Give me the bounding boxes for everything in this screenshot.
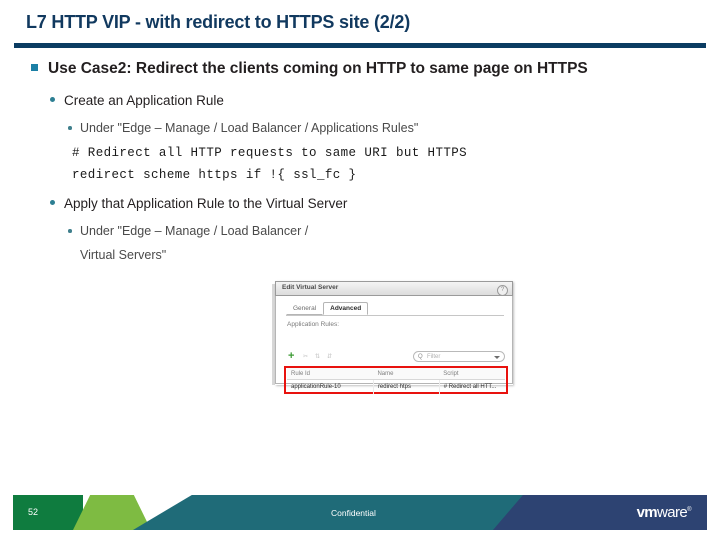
slide-footer: 52 Confidential vmware® bbox=[13, 495, 707, 530]
cell-script: # Redirect all HTT... bbox=[443, 384, 497, 390]
column-header-name[interactable]: Name bbox=[373, 368, 440, 380]
bullet-level2-text: Apply that Application Rule to the Virtu… bbox=[64, 196, 348, 211]
table-header-row: Rule Id Name Script bbox=[287, 368, 505, 380]
bullet-level2-text: Create an Application Rule bbox=[64, 93, 224, 108]
bullet-level1-use-case: Use Case2: Redirect the clients coming o… bbox=[30, 58, 698, 79]
embedded-screenshot-edit-virtual-server: Edit Virtual Server ? General Advanced A… bbox=[275, 281, 513, 394]
dialog-titlebar: Edit Virtual Server ? bbox=[275, 281, 513, 296]
vmware-logo-trademark: ® bbox=[687, 507, 691, 513]
bullet-level3-text: Under "Edge – Manage / Load Balancer / A… bbox=[80, 121, 419, 135]
code-line-comment: # Redirect all HTTP requests to same URI… bbox=[72, 146, 468, 160]
chevron-down-icon[interactable] bbox=[494, 356, 500, 359]
bullet-level3-path-app-rules: Under "Edge – Manage / Load Balancer / A… bbox=[66, 120, 720, 137]
code-line-redirect: redirect scheme https if !{ ssl_fc } bbox=[72, 168, 357, 182]
move-down-icon[interactable]: ⇵ bbox=[327, 353, 332, 360]
filter-search-box[interactable]: Q Filter bbox=[413, 351, 505, 362]
bullet-level3-text-line2: Virtual Servers" bbox=[80, 248, 167, 262]
bullet-level2-create-rule: Create an Application Rule bbox=[48, 92, 720, 110]
vmware-logo-bold: vm bbox=[636, 504, 658, 521]
tab-strip-underline bbox=[286, 315, 504, 316]
dialog-tabs: General Advanced bbox=[286, 302, 369, 315]
footer-green-block bbox=[13, 495, 83, 530]
slide-content: Use Case2: Redirect the clients coming o… bbox=[0, 58, 720, 264]
application-rules-table: Rule Id Name Script applicationRule-10 r… bbox=[287, 368, 505, 394]
table-row[interactable]: applicationRule-10 redirect htps # Redir… bbox=[287, 379, 505, 394]
cell-name: redirect htps bbox=[373, 379, 440, 394]
dialog-title: Edit Virtual Server bbox=[282, 284, 339, 291]
column-header-rule-id[interactable]: Rule Id bbox=[287, 368, 374, 380]
rules-toolbar: + ✂ ⇅ ⇵ Q Filter bbox=[287, 351, 505, 364]
dot-bullet-icon bbox=[50, 97, 55, 102]
dot-bullet-icon bbox=[50, 200, 55, 205]
filter-input-placeholder: Filter bbox=[427, 354, 441, 360]
bullet-level2-apply-rule: Apply that Application Rule to the Virtu… bbox=[48, 195, 720, 213]
footer-light-green-wedge bbox=[73, 495, 151, 530]
page-title: L7 HTTP VIP - with redirect to HTTPS sit… bbox=[26, 12, 411, 32]
cell-rule-id: applicationRule-10 bbox=[287, 379, 374, 394]
search-icon: Q bbox=[418, 353, 423, 360]
cut-icon[interactable]: ✂ bbox=[303, 353, 308, 360]
slide-page-number: 52 bbox=[28, 507, 39, 517]
move-up-icon[interactable]: ⇅ bbox=[315, 353, 320, 360]
tab-advanced[interactable]: Advanced bbox=[323, 302, 369, 315]
vmware-logo-rest: ware bbox=[657, 504, 688, 521]
help-icon[interactable]: ? bbox=[497, 285, 508, 296]
tab-general[interactable]: General bbox=[286, 302, 324, 315]
dialog-body: General Advanced Application Rules: + ✂ … bbox=[275, 296, 513, 394]
square-bullet-icon bbox=[31, 64, 38, 71]
vmware-logo: vmware® bbox=[636, 504, 692, 521]
dot-bullet-icon bbox=[68, 126, 72, 130]
bullet-level3-text-line1: Under "Edge – Manage / Load Balancer / bbox=[80, 224, 309, 238]
dot-bullet-icon bbox=[68, 229, 72, 233]
column-header-script[interactable]: Script bbox=[439, 368, 505, 380]
application-rules-label: Application Rules: bbox=[287, 321, 340, 328]
bullet-level3-path-virtual-servers: Under "Edge – Manage / Load Balancer / V… bbox=[66, 223, 720, 264]
add-rule-icon[interactable]: + bbox=[288, 351, 297, 362]
title-underline-rule bbox=[14, 43, 706, 48]
confidentiality-label: Confidential bbox=[331, 508, 376, 518]
bullet-level1-text: Use Case2: Redirect the clients coming o… bbox=[48, 60, 588, 77]
